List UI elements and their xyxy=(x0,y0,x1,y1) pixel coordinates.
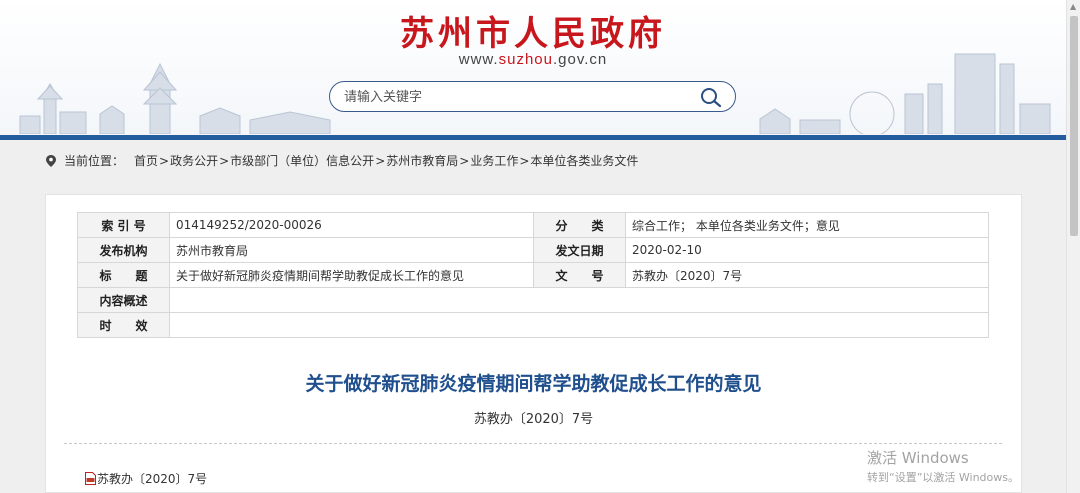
site-url-prefix: www. xyxy=(458,51,499,68)
location-pin-icon xyxy=(46,154,56,167)
date-value: 2020-02-10 xyxy=(625,237,989,263)
breadcrumb-separator: > xyxy=(159,153,170,168)
breadcrumb-separator: > xyxy=(459,153,470,168)
search-input[interactable] xyxy=(344,87,684,107)
attachment-link[interactable]: 苏教办〔2020〕7号 xyxy=(85,470,207,487)
breadcrumb-edu-bureau[interactable]: 苏州市教育局 xyxy=(386,152,458,169)
document-number: 苏教办〔2020〕7号 xyxy=(473,412,594,427)
windows-activation-hint: 转到“设置”以激活 Windows。 xyxy=(867,471,1019,484)
title-value: 关于做好新冠肺炎疫情期间帮学助教促成长工作的意见 xyxy=(169,262,534,288)
site-header: 苏州市人民政府 www.suzhou.gov.cn xyxy=(0,0,1066,140)
header-bar xyxy=(0,135,1066,140)
title-label: 标 题 xyxy=(77,262,170,288)
date-label: 发文日期 xyxy=(533,237,626,263)
page-scrollbar[interactable]: ▲ xyxy=(1066,0,1080,493)
breadcrumb: 当前位置： 首页 > 政务公开 > 市级部门（单位）信息公开 > 苏州市教育局 … xyxy=(46,152,638,169)
breadcrumb-separator: > xyxy=(375,153,386,168)
table-row: 标 题 关于做好新冠肺炎疫情期间帮学助教促成长工作的意见 文 号 苏教办〔202… xyxy=(77,262,989,288)
breadcrumb-open-gov[interactable]: 政务公开 xyxy=(170,152,218,169)
category-value: 综合工作； 本单位各类业务文件；意见 xyxy=(625,212,989,238)
table-row: 发布机构 苏州市教育局 发文日期 2020-02-10 xyxy=(77,237,989,263)
category-label: 分 类 xyxy=(533,212,626,238)
scroll-up-arrow-icon[interactable]: ▲ xyxy=(1070,2,1076,11)
validity-value xyxy=(169,312,989,338)
site-url-domain: suzhou xyxy=(498,51,553,68)
breadcrumb-home[interactable]: 首页 xyxy=(134,152,158,169)
breadcrumb-separator: > xyxy=(519,153,530,168)
search-button[interactable] xyxy=(699,86,723,108)
breadcrumb-separator: > xyxy=(219,153,230,168)
summary-value xyxy=(169,287,989,313)
publisher-label: 发布机构 xyxy=(77,237,170,263)
search-box xyxy=(329,81,736,112)
search-icon xyxy=(701,88,722,108)
table-row: 时 效 xyxy=(77,312,989,338)
metadata-table: 索 引 号 014149252/2020-00026 分 类 综合工作； 本单位… xyxy=(77,212,989,338)
breadcrumb-current[interactable]: 本单位各类业务文件 xyxy=(530,152,638,169)
breadcrumb-label: 当前位置： xyxy=(64,154,125,168)
index-value: 014149252/2020-00026 xyxy=(169,212,534,238)
windows-activation-title: 激活 Windows xyxy=(867,449,969,467)
table-row: 索 引 号 014149252/2020-00026 分 类 综合工作； 本单位… xyxy=(77,212,989,238)
divider xyxy=(64,443,1002,444)
docno-value: 苏教办〔2020〕7号 xyxy=(625,262,989,288)
attachment-name: 苏教办〔2020〕7号 xyxy=(97,472,208,486)
publisher-value: 苏州市教育局 xyxy=(169,237,534,263)
index-label: 索 引 号 xyxy=(77,212,170,238)
breadcrumb-dept-info[interactable]: 市级部门（单位）信息公开 xyxy=(230,152,374,169)
docno-label: 文 号 xyxy=(533,262,626,288)
site-url: www.suzhou.gov.cn xyxy=(0,51,1066,68)
site-title: 苏州市人民政府 xyxy=(400,14,666,54)
site-url-suffix: .gov.cn xyxy=(552,51,608,68)
pdf-icon xyxy=(85,472,96,485)
table-row: 内容概述 xyxy=(77,287,989,313)
breadcrumb-business[interactable]: 业务工作 xyxy=(470,152,518,169)
validity-label: 时 效 xyxy=(77,312,170,338)
summary-label: 内容概述 xyxy=(77,287,170,313)
document-title: 关于做好新冠肺炎疫情期间帮学助教促成长工作的意见 xyxy=(305,373,762,395)
scroll-thumb[interactable] xyxy=(1070,16,1078,236)
